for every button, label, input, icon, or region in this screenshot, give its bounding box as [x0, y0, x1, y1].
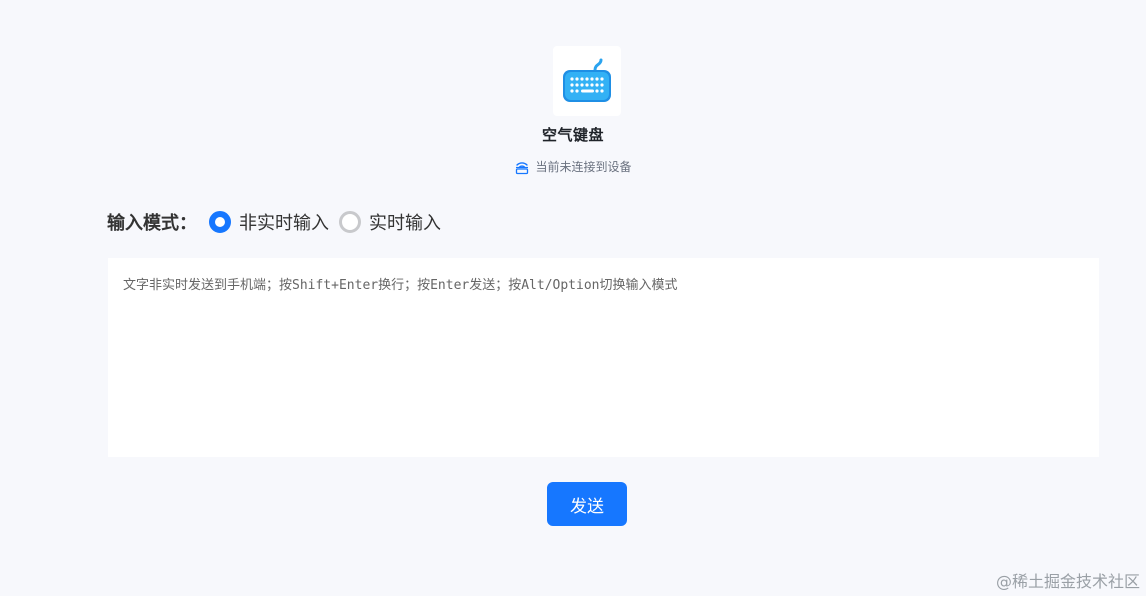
connection-status: 当前未连接到设备: [0, 158, 1146, 175]
radio-checked-icon[interactable]: [209, 211, 231, 233]
app-title: 空气键盘: [541, 126, 604, 144]
message-input[interactable]: [108, 258, 1099, 457]
air-keyboard-page: 空气键盘 当前未连接到设备 输入模式： 非实时输入 实时输入 发送 @稀土掘金技…: [0, 0, 1146, 596]
radio-realtime-input[interactable]: 实时输入: [339, 209, 441, 235]
watermark: @稀土掘金技术社区: [995, 572, 1140, 591]
send-button[interactable]: 发送: [547, 482, 627, 526]
radio-non-realtime-input[interactable]: 非实时输入: [209, 209, 329, 235]
radio-label[interactable]: 实时输入: [369, 209, 441, 235]
keyboard-icon: [553, 46, 621, 116]
input-mode-selector: 输入模式： 非实时输入 实时输入: [107, 208, 451, 236]
radio-unchecked-icon[interactable]: [339, 211, 361, 233]
input-mode-label: 输入模式：: [107, 213, 197, 234]
disconnected-device-icon: [514, 159, 530, 175]
radio-label[interactable]: 非实时输入: [239, 209, 329, 235]
connection-status-text: 当前未连接到设备: [535, 160, 632, 174]
